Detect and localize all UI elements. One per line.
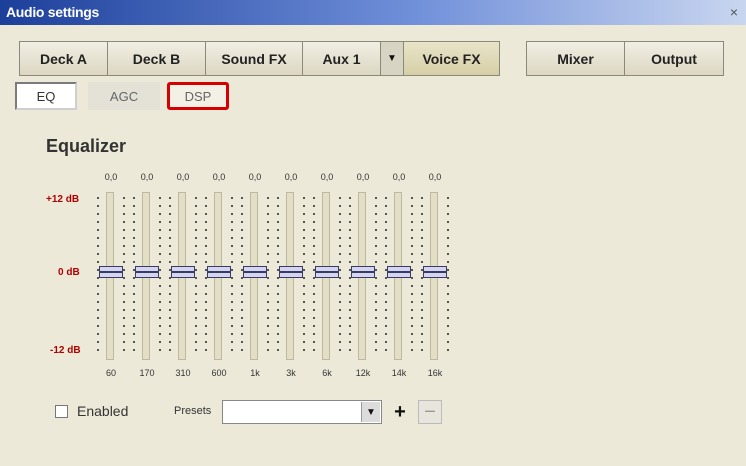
equalizer-title: Equalizer [46, 136, 127, 156]
enabled-checkbox[interactable] [55, 405, 68, 418]
tab-voice-fx[interactable]: Voice FX [404, 42, 499, 75]
eq-band: 0,0 170 [130, 172, 164, 382]
eq-band-slider-knob[interactable] [315, 266, 339, 278]
subtab-agc[interactable]: AGC [88, 82, 160, 110]
eq-band-ticks-right [339, 197, 341, 357]
window-title: Audio settings [6, 4, 100, 20]
title-bar[interactable]: Audio settings × [0, 0, 746, 25]
eq-band-value: 0,0 [284, 172, 298, 182]
presets-dropdown-icon[interactable]: ▼ [361, 402, 380, 422]
eq-band-value: 0,0 [392, 172, 406, 182]
eq-band-value: 0,0 [320, 172, 334, 182]
eq-band: 0,0 12k [346, 172, 380, 382]
eq-band-value: 0,0 [428, 172, 442, 182]
eq-band-ticks-right [303, 197, 305, 357]
eq-band-ticks-right [375, 197, 377, 357]
eq-band-frequency: 12k [355, 368, 371, 378]
eq-band-frequency: 6k [322, 368, 332, 378]
presets-label: Presets [174, 405, 212, 417]
tab-deck-b[interactable]: Deck B [108, 42, 206, 75]
remove-preset-button[interactable]: − [418, 400, 442, 424]
add-preset-button[interactable]: + [388, 400, 412, 424]
eq-band-ticks-right [195, 197, 197, 357]
eq-band-frequency: 170 [139, 368, 155, 378]
eq-band-ticks-right [267, 197, 269, 357]
tab-mixer[interactable]: Mixer [527, 42, 625, 75]
subtab-dsp[interactable]: DSP [167, 82, 229, 110]
output-tab-group: Mixer Output [526, 41, 724, 76]
eq-band: 0,0 310 [166, 172, 200, 382]
eq-band-slider-knob[interactable] [99, 266, 123, 278]
tab-sound-fx[interactable]: Sound FX [206, 42, 303, 75]
source-tab-group: Deck A Deck B Sound FX Aux 1 ▼ Voice FX [19, 41, 500, 76]
eq-band-ticks-right [447, 197, 449, 357]
eq-band-frequency: 16k [427, 368, 443, 378]
eq-band-ticks-right [123, 197, 125, 357]
eq-band-ticks-right [411, 197, 413, 357]
eq-band-value: 0,0 [176, 172, 190, 182]
close-icon[interactable]: × [726, 4, 742, 20]
audio-settings-window: Audio settings × Deck A Deck B Sound FX … [0, 0, 746, 466]
eq-band-slider-knob[interactable] [279, 266, 303, 278]
tab-output[interactable]: Output [625, 42, 723, 75]
eq-band-slider-knob[interactable] [207, 266, 231, 278]
eq-band: 0,0 3k [274, 172, 308, 382]
eq-band-frequency: 310 [175, 368, 191, 378]
eq-band-slider-knob[interactable] [423, 266, 447, 278]
eq-band: 0,0 1k [238, 172, 272, 382]
aux-dropdown-icon[interactable]: ▼ [381, 42, 404, 75]
tab-aux[interactable]: Aux 1 [303, 42, 381, 75]
eq-band: 0,0 60 [94, 172, 128, 382]
subtab-eq[interactable]: EQ [15, 82, 77, 110]
tab-deck-a[interactable]: Deck A [20, 42, 108, 75]
eq-band-slider-knob[interactable] [171, 266, 195, 278]
eq-band-slider-knob[interactable] [243, 266, 267, 278]
eq-band-value: 0,0 [104, 172, 118, 182]
eq-band-value: 0,0 [356, 172, 370, 182]
db-label-mid: 0 dB [58, 267, 80, 278]
eq-band-value: 0,0 [248, 172, 262, 182]
eq-band-ticks-right [231, 197, 233, 357]
eq-band-frequency: 3k [286, 368, 296, 378]
eq-band-frequency: 14k [391, 368, 407, 378]
eq-band-frequency: 60 [105, 368, 116, 378]
eq-band: 0,0 6k [310, 172, 344, 382]
eq-band: 0,0 600 [202, 172, 236, 382]
eq-band-slider-knob[interactable] [387, 266, 411, 278]
eq-band-slider-knob[interactable] [135, 266, 159, 278]
eq-band-ticks-right [159, 197, 161, 357]
db-label-bottom: -12 dB [50, 345, 81, 356]
db-label-top: +12 dB [46, 194, 80, 205]
enabled-label: Enabled [77, 403, 129, 419]
presets-select[interactable]: ▼ [222, 400, 382, 424]
eq-band-value: 0,0 [212, 172, 226, 182]
eq-band-slider-knob[interactable] [351, 266, 375, 278]
eq-band-value: 0,0 [140, 172, 154, 182]
eq-band-frequency: 1k [250, 368, 260, 378]
eq-band: 0,0 16k [418, 172, 452, 382]
eq-band: 0,0 14k [382, 172, 416, 382]
eq-band-frequency: 600 [211, 368, 227, 378]
